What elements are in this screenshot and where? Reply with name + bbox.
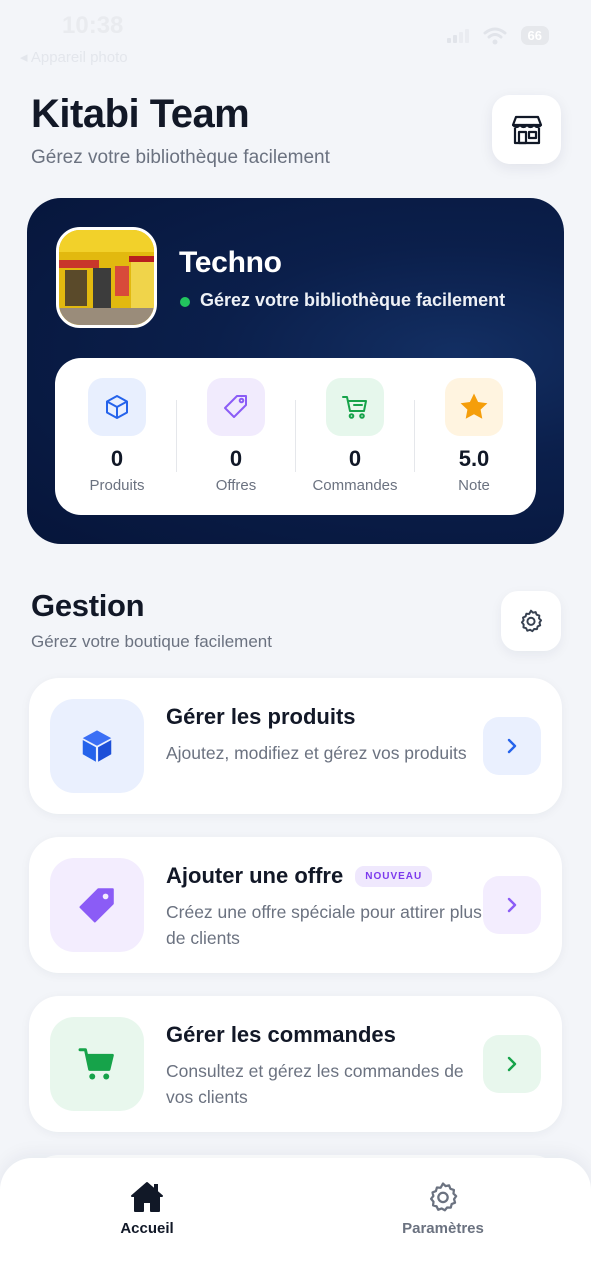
store-status-text: Gérez votre bibliothèque facilement: [200, 290, 506, 310]
nav-item-settings[interactable]: Paramètres: [368, 1180, 518, 1250]
stat-value: 5.0: [458, 446, 490, 471]
stat-label: Commandes: [312, 477, 398, 494]
chevron-right-icon: [507, 897, 517, 913]
stat-value: 0: [348, 446, 362, 471]
page-title: Kitabi Team: [31, 92, 250, 136]
status-bar: 10:38 ◂ Appareil photo 66: [0, 0, 591, 70]
tag-icon: [207, 378, 265, 436]
stat-label: Offres: [215, 477, 257, 494]
stat-label: Note: [458, 477, 490, 494]
store-icon: [511, 115, 542, 144]
star-icon: [445, 378, 503, 436]
stat-label: Produits: [89, 477, 145, 494]
bottom-nav: Accueil Paramètres: [0, 1158, 591, 1280]
stat-value: 0: [110, 446, 124, 471]
manage-products-card[interactable]: Gérer les produits Ajoutez, modifiez et …: [29, 678, 562, 814]
home-icon: [131, 1182, 163, 1212]
section-settings-button[interactable]: [501, 591, 561, 651]
section-title: Gestion: [31, 588, 145, 623]
status-time: 10:38: [62, 12, 124, 39]
card-title-text: Gérer les commandes: [166, 1022, 396, 1047]
online-status-dot: [180, 297, 190, 307]
open-products-button[interactable]: [483, 717, 541, 775]
status-icons: 66: [446, 26, 549, 45]
stats-panel: 0 Produits 0 Offres 0 Commandes 5.0 Note: [55, 358, 536, 515]
cart-icon: [50, 1017, 144, 1111]
battery-indicator: 66: [520, 26, 549, 45]
box-icon: [50, 699, 144, 793]
manage-orders-card[interactable]: Gérer les commandes Consultez et gérez l…: [29, 996, 562, 1132]
open-offer-button[interactable]: [483, 876, 541, 934]
back-to-app-link[interactable]: ◂ Appareil photo: [20, 48, 128, 66]
nav-label: Paramètres: [402, 1220, 484, 1237]
gear-icon: [520, 609, 543, 633]
wifi-icon: [483, 27, 507, 44]
stat-offers[interactable]: 0 Offres: [174, 358, 292, 515]
profile-card: Techno Gérez votre bibliothèque facileme…: [27, 198, 564, 544]
store-avatar[interactable]: [56, 227, 157, 328]
card-description: Consultez et gérez les commandes de vos …: [166, 1061, 464, 1107]
store-photo: [59, 230, 154, 325]
store-name: Techno: [179, 246, 282, 279]
page-subtitle: Gérez votre bibliothèque facilement: [31, 147, 330, 168]
card-title: Ajouter une offre NOUVEAU: [166, 863, 433, 889]
box-icon: [88, 378, 146, 436]
signal-icon: [446, 28, 469, 43]
card-description: Créez une offre spéciale pour attirer pl…: [166, 902, 482, 948]
cart-icon: [326, 378, 384, 436]
add-offer-card[interactable]: Ajouter une offre NOUVEAU Créez une offr…: [29, 837, 562, 973]
stat-value: 0: [229, 446, 243, 471]
store-button[interactable]: [492, 95, 561, 164]
card-title-text: Gérer les produits: [166, 704, 356, 729]
tag-icon: [50, 858, 144, 952]
stat-orders[interactable]: 0 Commandes: [293, 358, 411, 515]
stat-products[interactable]: 0 Produits: [55, 358, 173, 515]
card-title: Gérer les commandes: [166, 1022, 396, 1048]
card-title: Gérer les produits: [166, 704, 356, 730]
nav-item-home[interactable]: Accueil: [72, 1180, 222, 1250]
card-title-text: Ajouter une offre: [166, 863, 344, 888]
open-orders-button[interactable]: [483, 1035, 541, 1093]
chevron-right-icon: [507, 738, 517, 754]
card-description: Ajoutez, modifiez et gérez vos produits: [166, 743, 467, 763]
nav-label: Accueil: [120, 1220, 174, 1237]
chevron-right-icon: [507, 1056, 517, 1072]
stat-rating[interactable]: 5.0 Note: [412, 358, 530, 515]
section-subtitle: Gérez votre boutique facilement: [31, 632, 272, 651]
new-badge: NOUVEAU: [355, 865, 433, 887]
gear-icon: [429, 1182, 458, 1212]
